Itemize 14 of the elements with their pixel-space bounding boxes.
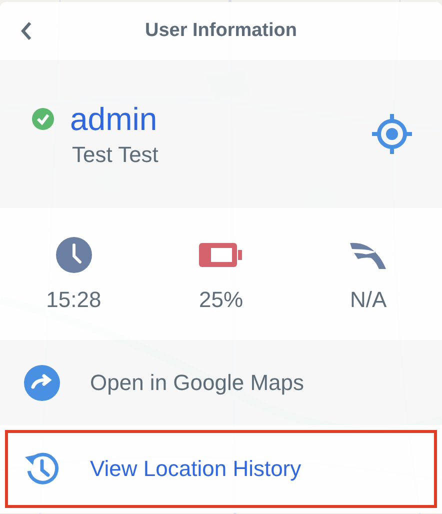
stat-value: 25% [198, 287, 244, 313]
battery-icon [198, 243, 243, 267]
locate-icon[interactable] [372, 114, 412, 154]
back-button[interactable] [18, 21, 34, 41]
window-title: User Information [144, 20, 298, 42]
full-name: Test Test [72, 142, 160, 168]
maps-link[interactable]: Open in Google Maps [0, 340, 442, 425]
back-icon [20, 21, 32, 41]
user-name: admin [70, 100, 158, 138]
clock-icon [54, 236, 93, 274]
stat-value: N/A [350, 287, 387, 313]
stat-value: 15:28 [46, 287, 102, 313]
history-link[interactable]: View Location History [0, 425, 442, 513]
history-icon [24, 451, 60, 487]
